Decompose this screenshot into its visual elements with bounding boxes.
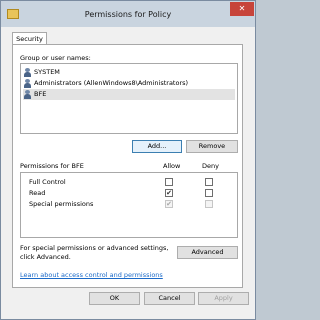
user-icon	[23, 89, 32, 99]
remove-button[interactable]: Remove	[186, 140, 238, 153]
user-list[interactable]: SYSTEM Administrators (AllenWindows8\Adm…	[20, 63, 238, 134]
title-bar: Permissions for Policy ✕	[1, 1, 255, 27]
permission-row: Special permissions ✔	[21, 199, 237, 210]
allow-column-header: Allow	[163, 162, 181, 170]
user-name: BFE	[34, 90, 47, 98]
permission-name: Read	[29, 189, 46, 197]
deny-column-header: Deny	[202, 162, 219, 170]
group-label: Group or user names:	[20, 54, 91, 62]
window-title: Permissions for Policy	[84, 10, 172, 19]
allow-checkbox: ✔	[165, 200, 173, 208]
allow-checkbox[interactable]: ✔	[165, 189, 173, 197]
list-item[interactable]: SYSTEM	[23, 67, 235, 78]
deny-checkbox[interactable]	[205, 178, 213, 186]
permissions-header: Permissions for BFE	[20, 162, 84, 170]
close-button[interactable]: ✕	[230, 2, 254, 16]
permission-name: Full Control	[29, 178, 66, 186]
deny-checkbox	[205, 200, 213, 208]
cancel-button[interactable]: Cancel	[144, 292, 195, 305]
permission-row: Full Control	[21, 177, 237, 188]
add-button[interactable]: Add...	[132, 140, 182, 153]
advanced-button[interactable]: Advanced	[177, 246, 238, 259]
list-item[interactable]: BFE	[23, 89, 235, 100]
user-name: Administrators (AllenWindows8\Administra…	[34, 79, 189, 87]
permissions-dialog: Permissions for Policy ✕ Security Group …	[0, 0, 256, 320]
user-group-icon	[23, 67, 32, 77]
user-group-icon	[23, 78, 32, 88]
list-item[interactable]: Administrators (AllenWindows8\Administra…	[23, 78, 235, 89]
permissions-table: Full Control Read ✔ Special permissions …	[20, 172, 238, 238]
permission-row: Read ✔	[21, 188, 237, 199]
ok-button[interactable]: OK	[89, 292, 140, 305]
user-name: SYSTEM	[34, 68, 60, 76]
allow-checkbox[interactable]	[165, 178, 173, 186]
permission-name: Special permissions	[29, 200, 94, 208]
advanced-note: For special permissions or advanced sett…	[20, 244, 169, 261]
learn-more-link[interactable]: Learn about access control and permissio…	[20, 271, 163, 279]
apply-button: Apply	[198, 292, 249, 305]
deny-checkbox[interactable]	[205, 189, 213, 197]
